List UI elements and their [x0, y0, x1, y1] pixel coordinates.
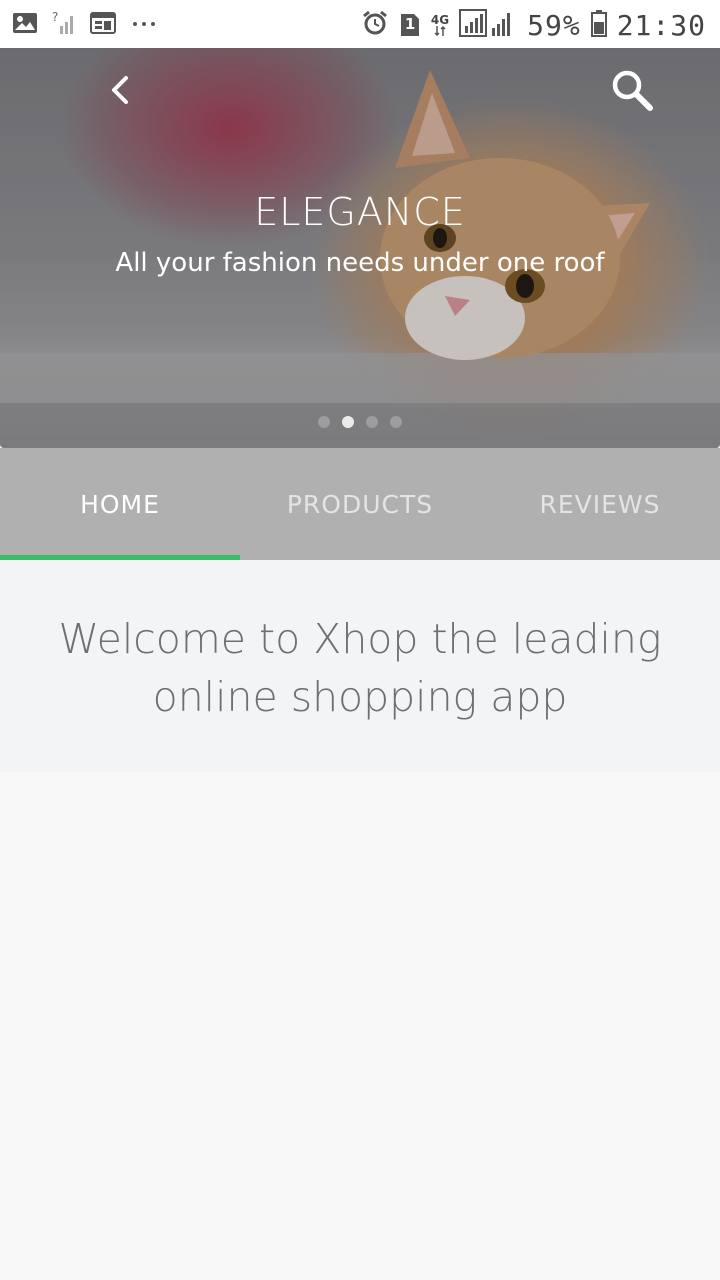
carousel-indicators: [318, 416, 402, 428]
chevron-left-icon: [112, 76, 128, 104]
welcome-section: Welcome to Xhop the leading online shopp…: [0, 560, 720, 772]
content-area: [0, 772, 720, 1280]
alarm-icon: [361, 9, 389, 41]
tab-reviews[interactable]: REVIEWS: [480, 448, 720, 560]
network-4g-icon: 4G: [431, 14, 449, 36]
battery-icon: [590, 9, 607, 41]
more-dots-icon: [130, 11, 160, 39]
carousel-dot[interactable]: [366, 416, 378, 428]
hero-subtitle: All your fashion needs under one roof: [115, 248, 605, 278]
tab-products[interactable]: PRODUCTS: [240, 448, 480, 560]
search-icon: [612, 70, 653, 111]
carousel-dot[interactable]: [390, 416, 402, 428]
sim-slot-number: 1: [404, 15, 416, 33]
search-button[interactable]: [606, 64, 658, 116]
carousel-dot[interactable]: [318, 416, 330, 428]
status-bar-left: ?: [12, 10, 160, 40]
status-bar: ? 1 4G 59% 21:30: [0, 0, 720, 48]
welcome-line-2: online shopping app: [152, 673, 568, 721]
calendar-icon: [90, 11, 116, 39]
hero-title: ELEGANCE: [254, 190, 466, 234]
hero-banner[interactable]: ELEGANCE All your fashion needs under on…: [0, 48, 720, 448]
tab-home-label: HOME: [80, 489, 160, 519]
svg-text:?: ?: [52, 10, 58, 24]
sim-icon: 1: [399, 12, 421, 38]
welcome-line-1: Welcome to Xhop the leading: [58, 615, 662, 663]
network-type-label: 4G: [430, 13, 450, 27]
image-icon: [12, 11, 38, 39]
tab-home[interactable]: HOME: [0, 448, 240, 560]
battery-percentage: 59%: [527, 8, 581, 42]
back-button[interactable]: [100, 70, 140, 110]
tab-reviews-label: REVIEWS: [539, 489, 661, 519]
status-bar-right: 1 4G 59% 21:30: [361, 8, 706, 42]
tab-bar: HOME PRODUCTS REVIEWS: [0, 448, 720, 560]
clock: 21:30: [616, 8, 706, 42]
tab-products-label: PRODUCTS: [286, 489, 434, 519]
welcome-message: Welcome to Xhop the leading online shopp…: [40, 610, 680, 726]
no-signal-icon: ?: [52, 10, 76, 40]
carousel-dot-active[interactable]: [342, 416, 354, 428]
signal-icon: [459, 8, 517, 42]
